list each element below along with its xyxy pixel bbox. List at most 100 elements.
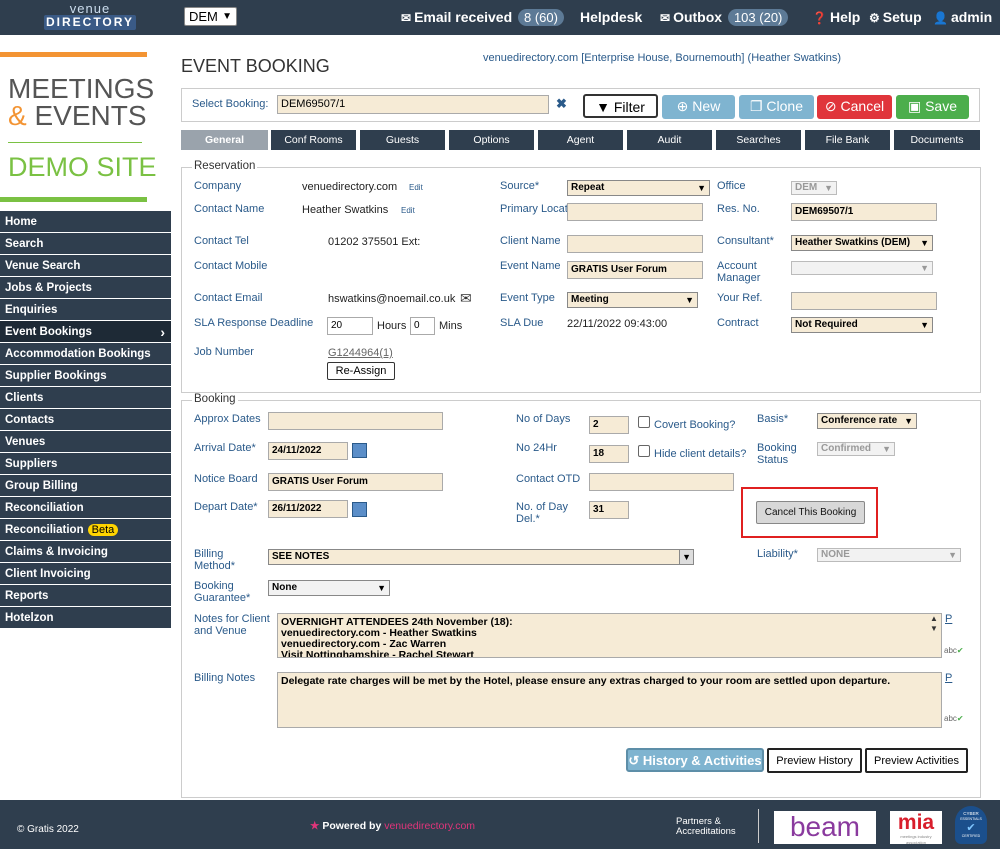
primary-location-input[interactable]	[567, 203, 703, 221]
venue-directory-logo[interactable]: venue DIRECTORY	[44, 2, 136, 32]
cancel-this-booking-button[interactable]: Cancel This Booking	[756, 501, 865, 524]
tab-agent[interactable]: Agent	[538, 130, 623, 150]
no-24hr-input[interactable]: 18	[589, 445, 629, 463]
sidebar-item-event-bookings[interactable]: Event Bookings ›	[0, 321, 171, 343]
sidebar-item-reports[interactable]: Reports	[0, 585, 171, 607]
contact-otd-label: Contact OTD	[516, 473, 581, 485]
spellcheck-icon[interactable]: abc✔	[944, 714, 964, 723]
sidebar-item-reconciliation[interactable]: Reconciliation	[0, 497, 171, 519]
p-link[interactable]: P	[945, 672, 952, 684]
beta-badge: Beta	[87, 524, 119, 536]
sidebar-item-enquiries[interactable]: Enquiries	[0, 299, 171, 321]
history-activities-button[interactable]: ↺ History & Activities	[626, 748, 764, 772]
cancel-button[interactable]: ⊘ Cancel	[817, 95, 892, 119]
sidebar-item-search[interactable]: Search	[0, 233, 171, 255]
consultant-select[interactable]: Heather Swatkins (DEM) ▼	[791, 235, 933, 251]
tab-searches[interactable]: Searches	[716, 130, 801, 150]
billing-notes-textarea[interactable]: Delegate rate charges will be met by the…	[277, 672, 942, 728]
liability-select: NONE ▼	[817, 548, 961, 562]
job-number-link[interactable]: G1244964(1)	[328, 347, 393, 359]
tab-documents[interactable]: Documents	[894, 130, 980, 150]
day-delegates-input[interactable]: 31	[589, 501, 629, 519]
covert-booking-checkbox[interactable]	[638, 416, 650, 428]
notes-textarea[interactable]: OVERNIGHT ATTENDEES 24th November (18): …	[277, 613, 942, 658]
sidebar-item-client-invoicing[interactable]: Client Invoicing	[0, 563, 171, 585]
sidebar-item-venues[interactable]: Venues	[0, 431, 171, 453]
notice-board-input[interactable]: GRATIS User Forum	[268, 473, 443, 491]
client-name-input[interactable]	[567, 235, 703, 253]
reservation-legend: Reservation	[192, 160, 258, 172]
company-edit-link[interactable]: Edit	[409, 183, 423, 192]
sidebar-item-accommodation-bookings[interactable]: Accommodation Bookings	[0, 343, 171, 365]
event-type-select[interactable]: Meeting ▼	[567, 292, 698, 308]
sidebar-item-contacts[interactable]: Contacts	[0, 409, 171, 431]
tab-general[interactable]: General	[181, 130, 268, 150]
sidebar-item-supplier-bookings[interactable]: Supplier Bookings	[0, 365, 171, 387]
email-received-link[interactable]: ✉ Email received 8 (60)	[401, 8, 564, 27]
outbox-link[interactable]: ✉ Outbox 103 (20)	[660, 8, 789, 27]
hide-client-checkbox[interactable]	[638, 445, 650, 457]
filter-button[interactable]: ▼ Filter	[583, 94, 658, 118]
outbox-label: Outbox	[673, 9, 723, 25]
calendar-icon[interactable]	[352, 502, 367, 517]
res-no-input[interactable]: DEM69507/1	[791, 203, 937, 221]
sidebar-item-suppliers[interactable]: Suppliers	[0, 453, 171, 475]
tab-file-bank[interactable]: File Bank	[805, 130, 890, 150]
powered-link[interactable]: venuedirectory.com	[384, 820, 475, 832]
setup-link[interactable]: ⚙ Setup	[869, 8, 922, 27]
helpdesk-link[interactable]: Helpdesk	[580, 8, 642, 26]
site-select[interactable]: DEM ▼	[184, 7, 237, 26]
calendar-icon[interactable]	[352, 443, 367, 458]
no-24hr-label: No 24Hr	[516, 442, 557, 454]
user-icon: 👤	[933, 11, 948, 25]
basis-select[interactable]: Conference rate ▼	[817, 413, 917, 429]
envelope-icon[interactable]: ✉	[460, 290, 472, 307]
tab-guests[interactable]: Guests	[360, 130, 445, 150]
save-button[interactable]: ▣ Save	[896, 95, 969, 119]
sidebar-item-home[interactable]: Home	[0, 211, 171, 233]
sidebar-item-hotelzon[interactable]: Hotelzon	[0, 607, 171, 629]
sidebar-item-clients[interactable]: Clients	[0, 387, 171, 409]
contact-otd-input[interactable]	[589, 473, 734, 491]
your-ref-input[interactable]	[791, 292, 937, 310]
arrival-date-input[interactable]: 24/11/2022	[268, 442, 348, 460]
tab-options[interactable]: Options	[449, 130, 534, 150]
event-name-input[interactable]: GRATIS User Forum	[567, 261, 703, 279]
spellcheck-icon[interactable]: abc✔	[944, 646, 964, 655]
sla-hours-input[interactable]: 20	[327, 317, 373, 335]
help-link[interactable]: ❓ Help	[812, 8, 860, 27]
sla-mins-input[interactable]: 0	[410, 317, 435, 335]
clone-button[interactable]: ❐ Clone	[739, 95, 814, 119]
star-icon: ★	[310, 820, 320, 832]
approx-dates-input[interactable]	[268, 412, 443, 430]
tab-audit[interactable]: Audit	[627, 130, 712, 150]
reassign-button[interactable]: Re-Assign	[327, 362, 395, 380]
day-delegates-label: No. of Day Del.*	[516, 501, 568, 525]
source-select[interactable]: Repeat ▼	[567, 180, 710, 196]
tab-conf-rooms[interactable]: Conf Rooms	[271, 130, 356, 150]
chevron-down-icon: ▼	[679, 550, 693, 564]
booking-guarantee-select[interactable]: None ▼	[268, 580, 390, 596]
contract-select[interactable]: Not Required ▼	[791, 317, 933, 333]
sidebar-item-claims-invoicing[interactable]: Claims & Invoicing	[0, 541, 171, 563]
preview-activities-button[interactable]: Preview Activities	[865, 748, 968, 773]
page-title: EVENT BOOKING	[181, 56, 330, 76]
contact-edit-link[interactable]: Edit	[401, 206, 415, 215]
no-of-days-input[interactable]: 2	[589, 416, 629, 434]
new-button[interactable]: ⊕ New	[662, 95, 735, 119]
sidebar-item-jobs-projects[interactable]: Jobs & Projects	[0, 277, 171, 299]
depart-date-input[interactable]: 26/11/2022	[268, 500, 348, 518]
billing-method-select[interactable]: SEE NOTES ▼	[268, 549, 694, 565]
scrollbar[interactable]: ▲ ▼	[930, 614, 938, 634]
logo-line-2: DIRECTORY	[44, 15, 136, 30]
preview-history-button[interactable]: Preview History	[767, 748, 862, 773]
office-select: DEM ▼	[791, 181, 837, 195]
clear-icon[interactable]: ✖	[556, 96, 567, 112]
sidebar-item-group-billing[interactable]: Group Billing	[0, 475, 171, 497]
sidebar-item-reconciliation-beta[interactable]: Reconciliation Beta	[0, 519, 171, 541]
p-link[interactable]: P	[945, 613, 952, 625]
sidebar-item-venue-search[interactable]: Venue Search	[0, 255, 171, 277]
admin-link[interactable]: 👤 admin	[933, 8, 992, 27]
select-booking-input[interactable]: DEM69507/1	[277, 95, 549, 114]
new-label: New	[692, 98, 721, 114]
